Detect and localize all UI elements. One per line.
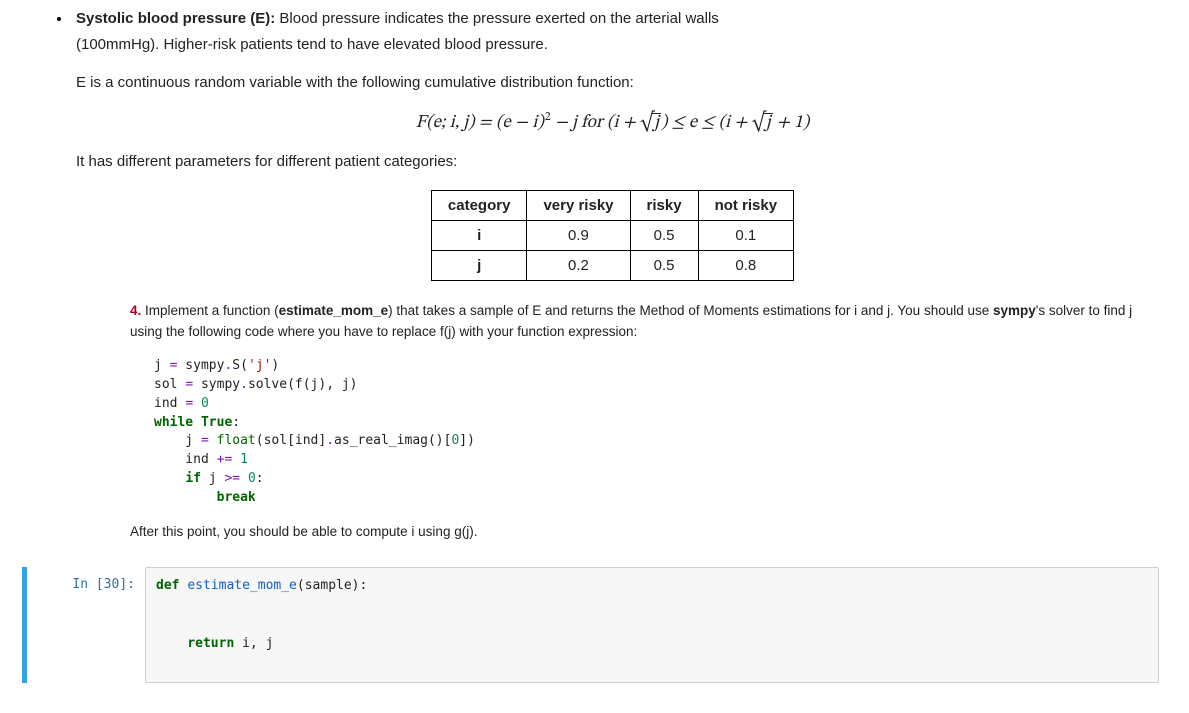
table-header: risky — [630, 191, 698, 221]
sqrt-icon: j — [640, 111, 661, 136]
list-item: Systolic blood pressure (E): Blood press… — [72, 6, 1149, 543]
table-cell: 0.8 — [698, 251, 794, 281]
table-header: category — [431, 191, 527, 221]
intro-text: It has different parameters for differen… — [76, 150, 1149, 174]
notebook-code-cell[interactable]: In [30]: def estimate_mom_e(sample): ret… — [22, 567, 1159, 683]
formula-range: (i + — [607, 114, 640, 132]
intro-text: E is a continuous random variable with t… — [76, 71, 1149, 95]
table-cell: 0.9 — [527, 221, 630, 251]
sqrt-arg: j — [652, 113, 661, 132]
formula-range: ) ≤ e ≤ (i + — [661, 114, 752, 132]
notebook-page: Systolic blood pressure (E): Blood press… — [0, 0, 1189, 713]
formula-term: (e − i) — [496, 114, 544, 132]
task-paragraph: 4. Implement a function (estimate_mom_e)… — [130, 301, 1149, 343]
table-row: i 0.9 0.5 0.1 — [431, 221, 793, 251]
table-cell: 0.2 — [527, 251, 630, 281]
table-cell: 0.5 — [630, 251, 698, 281]
formula-eq: = — [475, 114, 496, 132]
library-name: sympy — [993, 303, 1036, 318]
parameter-table: category very risky risky not risky i 0.… — [431, 190, 794, 281]
formula: F(e; i, j) = (e − i)2 − j for (i + j) ≤ … — [76, 109, 1149, 136]
table-row-label: i — [431, 221, 527, 251]
section-title: Systolic blood pressure (E): — [76, 10, 275, 27]
sqrt-icon: j — [752, 111, 773, 136]
intro-paragraph: Systolic blood pressure (E): Blood press… — [76, 6, 1149, 32]
table-row: j 0.2 0.5 0.8 — [431, 251, 793, 281]
cell-prompt: In [30]: — [27, 567, 145, 683]
cell-editor[interactable]: def estimate_mom_e(sample): return i, j — [145, 567, 1159, 683]
bullet-list: Systolic blood pressure (E): Blood press… — [72, 6, 1149, 543]
table-header-row: category very risky risky not risky — [431, 191, 793, 221]
table-header: not risky — [698, 191, 794, 221]
formula-mid: − j for — [551, 114, 607, 132]
intro-text: Blood pressure indicates the pressure ex… — [275, 10, 719, 27]
sqrt-arg: j — [764, 113, 773, 132]
function-name: estimate_mom_e — [279, 303, 389, 318]
formula-range: + 1) — [773, 114, 810, 132]
intro-text: (100mmHg). Higher-risk patients tend to … — [76, 32, 1149, 58]
task-text: After this point, you should be able to … — [130, 522, 1149, 543]
table-header: very risky — [527, 191, 630, 221]
task-number: 4. — [130, 303, 141, 318]
formula-lhs: F(e; i, j) — [416, 114, 475, 132]
code-snippet: j = sympy.S('j') sol = sympy.solve(f(j),… — [154, 357, 1149, 508]
table-cell: 0.1 — [698, 221, 794, 251]
task-text: Implement a function ( — [141, 303, 278, 318]
table-row-label: j — [431, 251, 527, 281]
task-text: ) that takes a sample of E and returns t… — [388, 303, 993, 318]
table-cell: 0.5 — [630, 221, 698, 251]
